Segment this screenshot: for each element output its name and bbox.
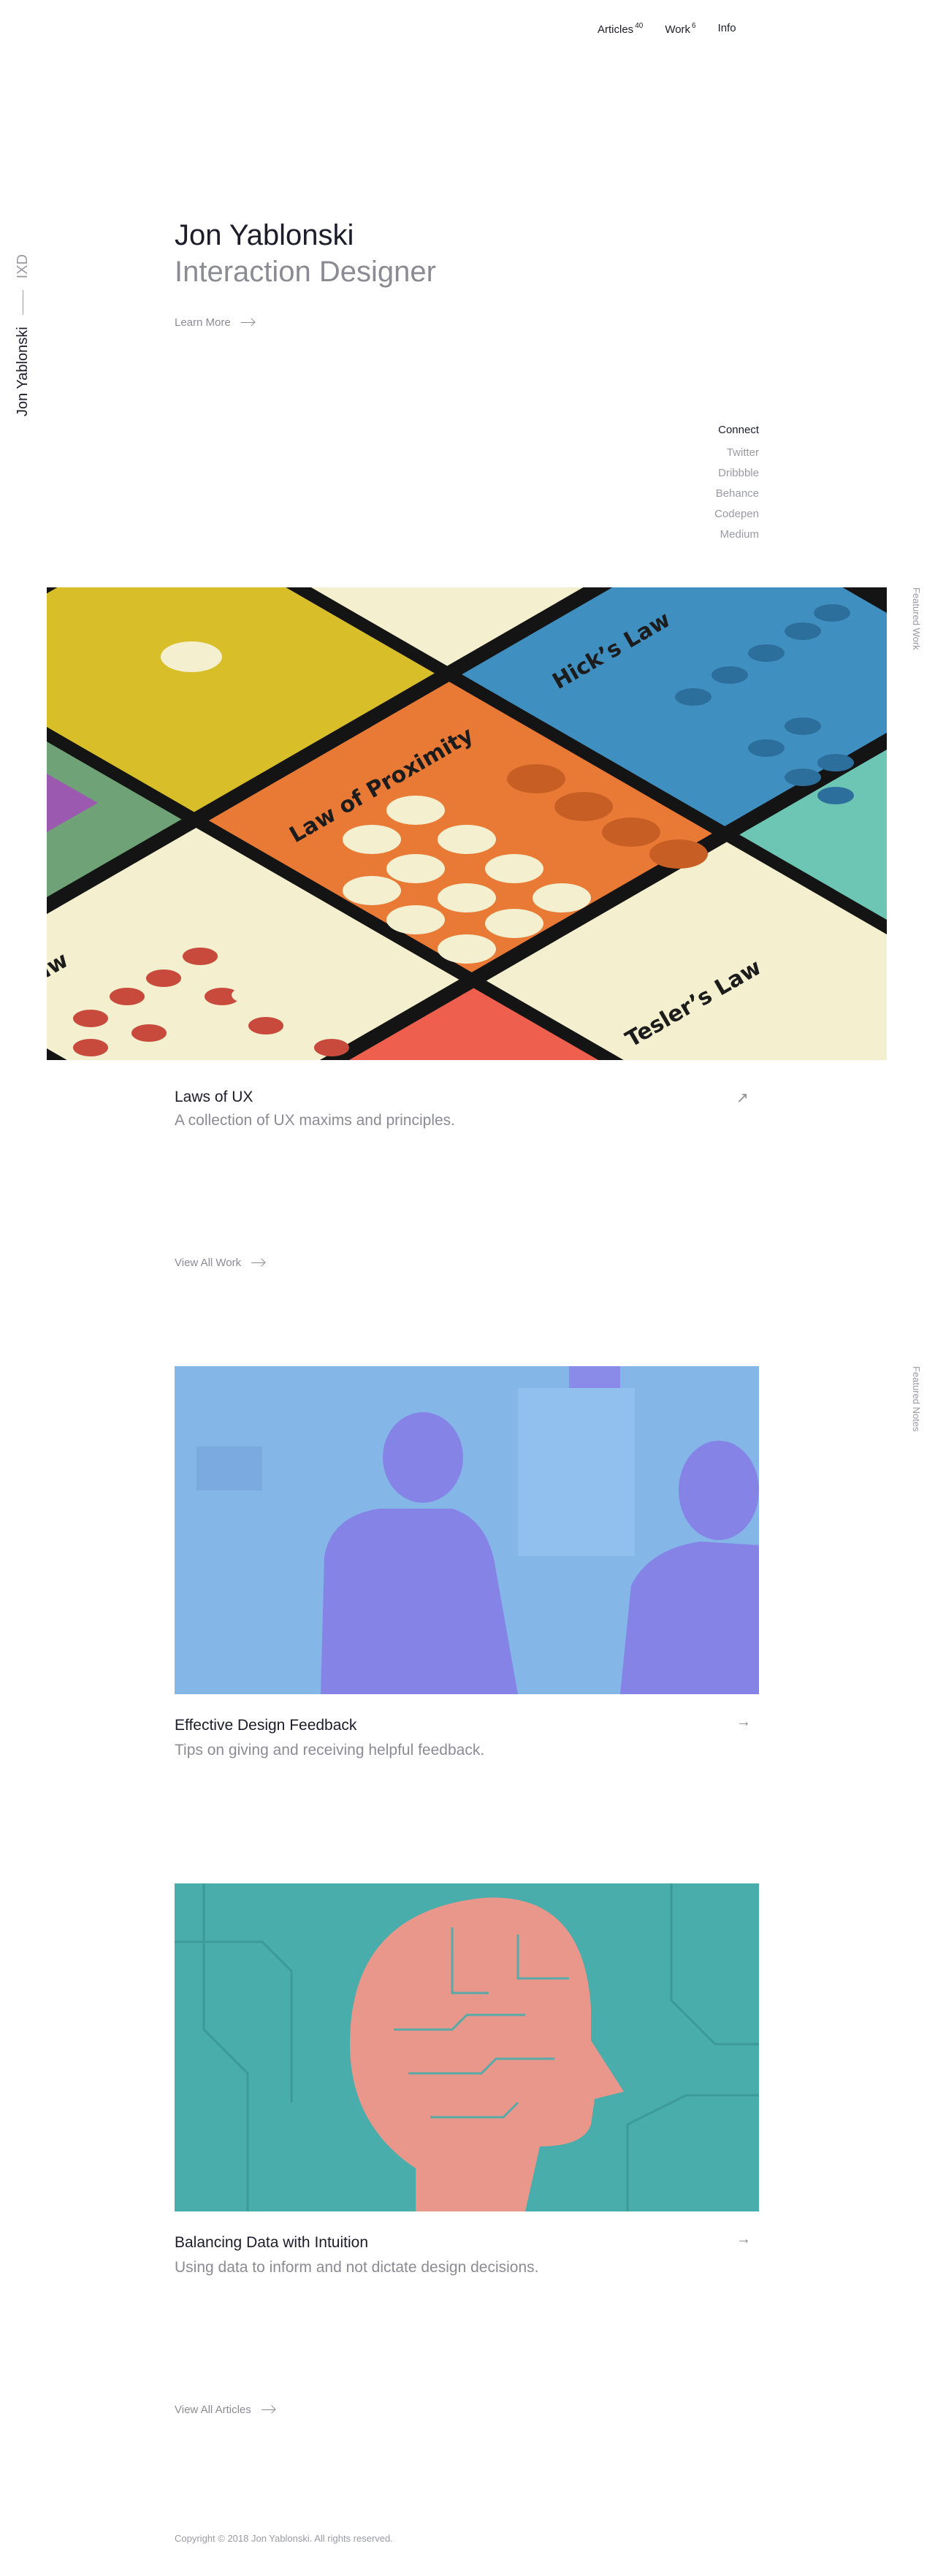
work-card-title[interactable]: Laws of UX	[175, 1089, 253, 1106]
connect-dribbble[interactable]: Dribbble	[714, 467, 759, 480]
side-logo-role: IXD	[15, 254, 31, 279]
nav-info[interactable]: Info	[718, 22, 736, 36]
arrow-right-icon	[261, 2409, 275, 2410]
arrow-right-icon[interactable]: →	[736, 2231, 751, 2248]
connect-heading: Connect	[718, 424, 759, 436]
view-all-articles-label: View All Articles	[175, 2404, 251, 2416]
connect-section: Connect Twitter Dribbble Behance Codepen…	[714, 424, 759, 549]
external-link-icon[interactable]: ↗	[736, 1089, 749, 1107]
side-logo[interactable]: Jon Yablonski IXD	[15, 254, 31, 416]
data-intuition-note-image[interactable]	[175, 1883, 759, 2211]
side-logo-name: Jon Yablonski	[15, 327, 31, 416]
footer-copyright: Copyright © 2018 Jon Yablonski. All righ…	[175, 2533, 393, 2544]
nav-articles-count: 40	[635, 22, 644, 30]
laws-of-ux-image[interactable]: Law of Proximity Hick’s Law Tesler’s Law…	[47, 587, 887, 1060]
note-1-title[interactable]: Effective Design Feedback	[175, 1717, 356, 1734]
view-all-work-label: View All Work	[175, 1257, 242, 1269]
arrow-right-icon[interactable]: →	[736, 1714, 751, 1731]
connect-codepen[interactable]: Codepen	[714, 508, 759, 521]
nav-articles[interactable]: Articles 40	[598, 22, 643, 36]
feedback-note-image[interactable]	[175, 1366, 759, 1694]
laws-of-ux-illustration: Law of Proximity Hick’s Law Tesler’s Law…	[47, 587, 887, 1060]
nav-work[interactable]: Work 6	[665, 22, 695, 36]
view-all-articles-link[interactable]: View All Articles	[175, 2404, 275, 2416]
featured-notes-label: Featured Notes	[911, 1366, 922, 1432]
featured-work-label: Featured Work	[911, 587, 922, 650]
view-all-work-link[interactable]: View All Work	[175, 1257, 265, 1269]
connect-medium[interactable]: Medium	[714, 528, 759, 541]
hero-name: Jon Yablonski	[175, 219, 354, 251]
learn-more-label: Learn More	[175, 316, 231, 329]
connect-behance[interactable]: Behance	[714, 487, 759, 500]
nav-work-count: 6	[692, 22, 696, 30]
nav-work-label: Work	[665, 23, 691, 36]
arrow-right-icon	[251, 1262, 265, 1263]
circuit-head-photo	[175, 1883, 759, 2211]
note-2-subtitle: Using data to inform and not dictate des…	[175, 2259, 539, 2276]
connect-twitter[interactable]: Twitter	[714, 446, 759, 460]
learn-more-link[interactable]: Learn More	[175, 316, 254, 329]
note-2-title[interactable]: Balancing Data with Intuition	[175, 2234, 368, 2252]
note-1-subtitle: Tips on giving and receiving helpful fee…	[175, 1742, 485, 1758]
arrow-right-icon	[240, 322, 254, 323]
nav-articles-label: Articles	[598, 23, 634, 36]
top-nav: Articles 40 Work 6 Info	[598, 22, 736, 36]
work-card-subtitle: A collection of UX maxims and principles…	[175, 1112, 455, 1129]
feedback-photo	[175, 1366, 759, 1694]
hero-title: Interaction Designer	[175, 256, 436, 288]
